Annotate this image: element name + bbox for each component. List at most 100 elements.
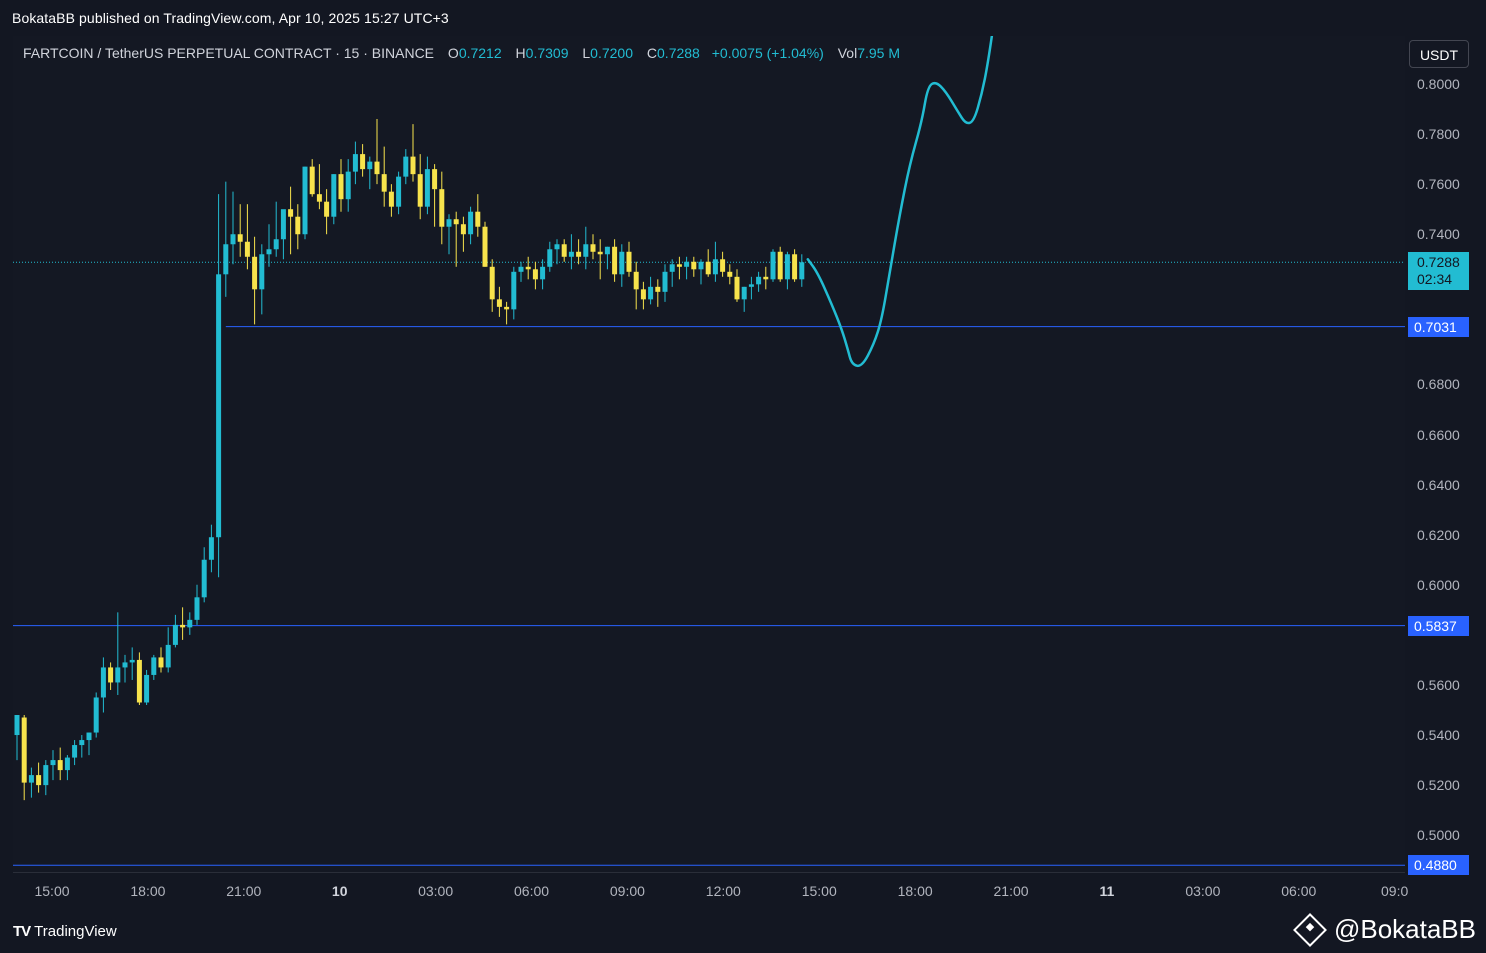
legend-high-label: H [515,45,526,61]
candle-body [540,266,546,280]
candle-body [252,256,258,290]
candle-body [244,241,250,257]
candle-body [129,659,135,663]
legend-close-label: C [646,45,658,61]
footer-bar: TV TradingView @BokataBB [0,908,1486,953]
candle-body [676,264,682,267]
legend-open-value: 0.7212 [458,45,502,61]
x-axis-label: 12:00 [705,883,741,899]
level-tag-upper: 0.7031 [1408,316,1469,337]
candle-body [338,174,344,200]
candle-body [446,219,452,227]
candle-body [208,537,214,560]
candle-body [194,597,200,620]
x-axis-label: 10 [331,883,348,899]
chart-pane[interactable]: FARTCOIN / TetherUS PERPETUAL CONTRACT ·… [13,36,1405,872]
candle-body [720,259,726,272]
candle-body [504,306,510,310]
current-price-value: 0.7288 [1417,254,1460,271]
candle-body [705,261,711,275]
candle-body [115,667,121,683]
candle-body [230,234,236,245]
publisher-bar: BokataBB published on TradingView.com, A… [0,0,1486,36]
candle-body [727,271,733,277]
candle-body [511,271,517,310]
projection-path [806,36,994,368]
x-axis-label: 18:00 [130,883,166,899]
candle-body [79,740,85,746]
candle-body [28,775,34,783]
candlestick-chart[interactable] [13,36,1405,872]
x-axis-label: 21:00 [226,883,262,899]
candle-body [712,259,718,275]
candle-body [496,299,502,307]
candle-body [648,286,654,300]
candle-body [691,261,697,270]
x-axis-label: 03:00 [418,883,454,899]
currency-button[interactable]: USDT [1409,40,1469,68]
price-axis[interactable]: 0.8000 0.7800 0.7600 0.7400 0.6800 0.6600 0.64… [1405,36,1478,872]
legend-volume-label: Vol [837,45,858,61]
x-axis-label: 03:00 [1185,883,1221,899]
candle-body [756,276,762,285]
author-watermark: @BokataBB [1292,912,1476,947]
candle-body [655,286,661,292]
y-axis-label: 0.6400 [1417,476,1460,493]
y-axis-label: 0.5400 [1417,727,1460,744]
current-price-tag: 0.7288 02:34 [1408,252,1469,291]
x-axis-label: 21:00 [993,883,1029,899]
candle-body [547,249,553,267]
tradingview-brand: TradingView [34,923,117,940]
candle-body [590,244,596,252]
candle-body [604,246,610,255]
publisher-line: BokataBB published on TradingView.com, A… [12,10,449,26]
candle-body [136,659,142,703]
candle-body [640,289,646,300]
candle-body [468,211,474,235]
candle-body [93,697,99,733]
candle-body [626,251,632,272]
time-axis[interactable]: 15:00 18:00 21:00 10 03:00 06:00 09:00 12:00 15:… [13,872,1408,909]
candle-body [158,657,164,668]
candle-body [72,745,78,758]
legend-close-value: 0.7288 [657,45,700,61]
y-axis-label: 0.7800 [1417,126,1460,143]
y-axis-label: 0.5000 [1417,827,1460,844]
candle-body [525,266,531,270]
candle-body [432,169,438,190]
candle-body [784,254,790,280]
y-axis-label: 0.7400 [1417,226,1460,243]
y-axis-label: 0.6000 [1417,576,1460,593]
candle-body [396,176,402,207]
tradingview-logo[interactable]: TV TradingView [13,923,117,940]
candle-body [684,261,690,267]
candle-body [324,201,330,217]
candle-body [619,251,625,275]
candle-body [453,219,459,225]
candle-body [144,674,150,703]
candle-body [799,262,805,280]
candle-body [266,249,272,255]
candle-body [734,276,740,300]
y-axis-label: 0.6600 [1417,426,1460,443]
candle-body [583,244,589,257]
candle-body [633,271,639,290]
candle-body [237,234,243,242]
candle-body [64,757,70,771]
candle-body [50,760,56,766]
candle-body [201,559,207,598]
level-tag-middle: 0.5837 [1408,615,1469,636]
candle-body [424,169,430,207]
candle-body [108,667,114,683]
candle-body [360,154,366,170]
candle-body [698,261,704,270]
candle-body [345,171,351,200]
candle-body [662,271,668,292]
candle-body [460,224,466,235]
candle-body [36,775,42,786]
x-axis-label: 06:00 [513,883,550,899]
y-axis-label: 0.5200 [1417,777,1460,794]
legend-low-value: 0.7200 [590,45,633,61]
candle-body [280,209,286,240]
x-axis-label: 18:00 [897,883,933,899]
